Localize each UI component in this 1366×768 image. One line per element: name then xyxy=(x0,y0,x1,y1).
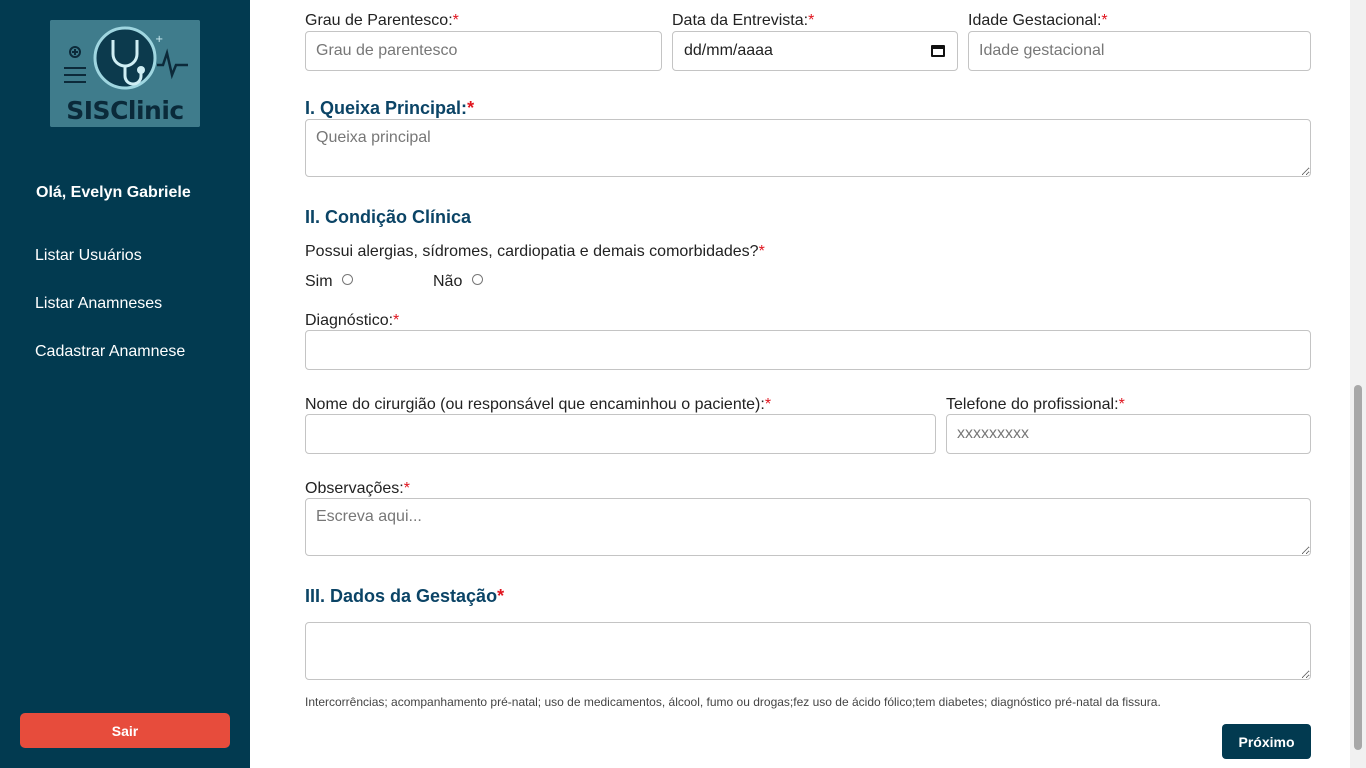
nav-item-listar-anamneses[interactable]: Listar Anamneses xyxy=(35,295,162,313)
nav-item-cadastrar-anamnese[interactable]: Cadastrar Anamnese xyxy=(35,343,185,361)
queixa-principal-textarea[interactable] xyxy=(305,119,1311,177)
nav-item-listar-usuarios[interactable]: Listar Usuários xyxy=(35,247,142,265)
dados-gestacao-title: III. Dados da Gestação* xyxy=(305,586,505,606)
data-entrevista-label: Data da Entrevista:* xyxy=(672,12,815,29)
gestacao-hint: Intercorrências; acompanhamento pré-nata… xyxy=(305,695,1161,709)
telefone-label: Telefone do profissional:* xyxy=(946,396,1125,413)
sidebar: + SISClinic Olá, Evelyn Gabriele Listar … xyxy=(0,0,250,768)
observacoes-label: Observações:* xyxy=(305,480,410,497)
radio-nao[interactable] xyxy=(472,274,483,285)
sisclinic-logo[interactable]: + SISClinic xyxy=(50,20,200,127)
idade-gestacional-input[interactable] xyxy=(968,31,1311,71)
page-scrollbar[interactable] xyxy=(1350,0,1366,768)
logo-text: SISClinic xyxy=(66,96,184,125)
diagnostico-input[interactable] xyxy=(305,330,1311,370)
diagnostico-label: Diagnóstico:* xyxy=(305,312,400,329)
telefone-input[interactable] xyxy=(946,414,1311,454)
radio-sim[interactable] xyxy=(342,274,353,285)
radio-sim-label: Sim xyxy=(305,273,333,290)
logout-button[interactable]: Sair xyxy=(20,713,230,748)
observacoes-textarea[interactable] xyxy=(305,498,1311,556)
condicao-clinica-title: II. Condição Clínica xyxy=(305,207,472,227)
idade-gestacional-label: Idade Gestacional:* xyxy=(968,12,1108,29)
svg-text:+: + xyxy=(155,34,163,45)
anamnese-form: Grau de Parentesco:* Data da Entrevista:… xyxy=(250,0,1350,768)
user-greeting: Olá, Evelyn Gabriele xyxy=(36,184,191,201)
scrollbar-thumb[interactable] xyxy=(1354,385,1362,750)
calendar-icon[interactable] xyxy=(931,45,945,57)
cirurgiao-input[interactable] xyxy=(305,414,936,454)
radio-nao-label: Não xyxy=(433,273,463,290)
next-button[interactable]: Próximo xyxy=(1222,724,1311,759)
grau-parentesco-label: Grau de Parentesco:* xyxy=(305,12,459,29)
alergias-question: Possui alergias, sídromes, cardiopatia e… xyxy=(305,243,765,260)
grau-parentesco-input[interactable] xyxy=(305,31,662,71)
data-entrevista-input[interactable]: dd/mm/aaaa xyxy=(672,31,958,71)
cirurgiao-label: Nome do cirurgião (ou responsável que en… xyxy=(305,396,772,413)
date-value: dd/mm/aaaa xyxy=(684,42,773,59)
queixa-principal-title: I. Queixa Principal:* xyxy=(305,98,475,118)
dados-gestacao-textarea[interactable] xyxy=(305,622,1311,680)
